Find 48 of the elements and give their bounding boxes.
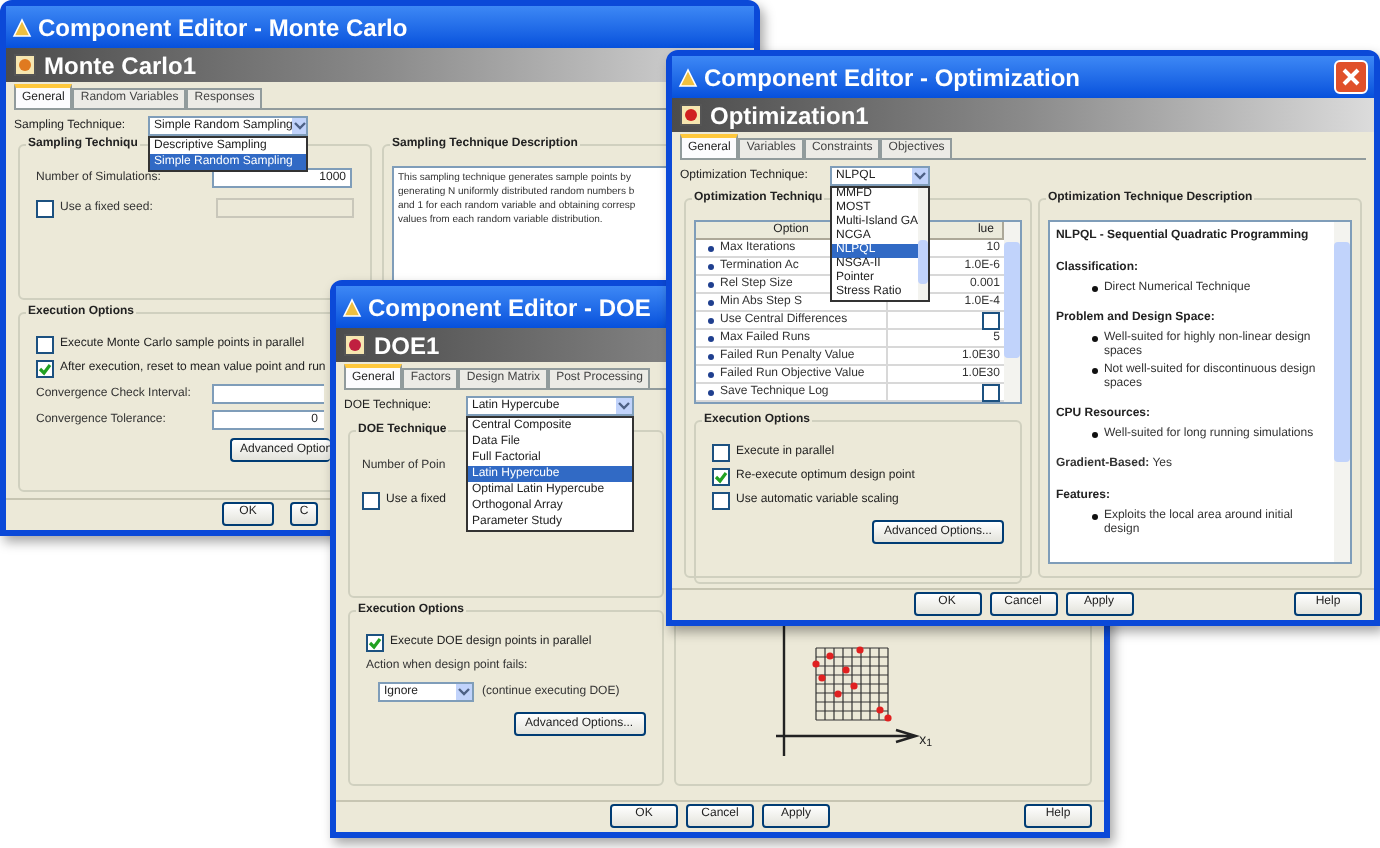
input-field[interactable]: [212, 384, 324, 404]
scrollbar[interactable]: [1334, 222, 1350, 562]
scrollbar[interactable]: [1003, 222, 1020, 402]
component-name: Monte Carlo1: [44, 49, 197, 83]
app-icon: [342, 297, 362, 317]
app-icon: [678, 67, 698, 87]
bullet-icon: [708, 335, 714, 341]
bullet-icon: [1091, 368, 1098, 374]
component-name: DOE1: [374, 329, 440, 363]
component-icon: [680, 104, 702, 126]
checkbox[interactable]: [366, 634, 384, 652]
checkbox[interactable]: [362, 492, 380, 510]
bullet-icon: [708, 371, 714, 377]
component-name: Optimization1: [710, 99, 869, 133]
bullet-icon: [708, 245, 714, 251]
window-title: Component Editor - DOE: [368, 291, 651, 325]
bullet-icon: [708, 281, 714, 287]
checkbox[interactable]: [36, 199, 54, 217]
checkmark-icon: [38, 362, 52, 376]
caret-icon: [292, 118, 306, 134]
bullet-icon: [708, 353, 714, 359]
checkbox[interactable]: [36, 360, 54, 378]
checkbox[interactable]: [712, 492, 730, 510]
input-field[interactable]: [215, 198, 354, 218]
bullet-icon: [1091, 336, 1098, 342]
window-title: Component Editor - Optimization: [704, 61, 1080, 95]
bullet-icon: [1091, 514, 1098, 520]
bullet-icon: [708, 389, 714, 395]
close-button[interactable]: [1334, 60, 1368, 94]
bullet-icon: [708, 263, 714, 269]
bullet-icon: [1091, 286, 1098, 292]
checkbox[interactable]: [36, 336, 54, 354]
checkbox[interactable]: [712, 468, 730, 486]
checkbox[interactable]: [712, 444, 730, 462]
caret-icon: [912, 168, 928, 184]
caret-icon: [456, 684, 472, 700]
bullet-icon: [708, 299, 714, 305]
app-icon: [12, 17, 32, 37]
bullet-icon: [708, 317, 714, 323]
scrollbar[interactable]: [918, 188, 928, 300]
window-title: Component Editor - Monte Carlo: [38, 11, 408, 45]
checkmark-icon: [368, 636, 382, 650]
bullet-icon: [1091, 432, 1098, 438]
component-icon: [344, 334, 366, 356]
close-icon: [1342, 68, 1360, 86]
checkmark-icon: [714, 470, 728, 484]
component-icon: [14, 54, 36, 76]
caret-icon: [616, 398, 632, 414]
